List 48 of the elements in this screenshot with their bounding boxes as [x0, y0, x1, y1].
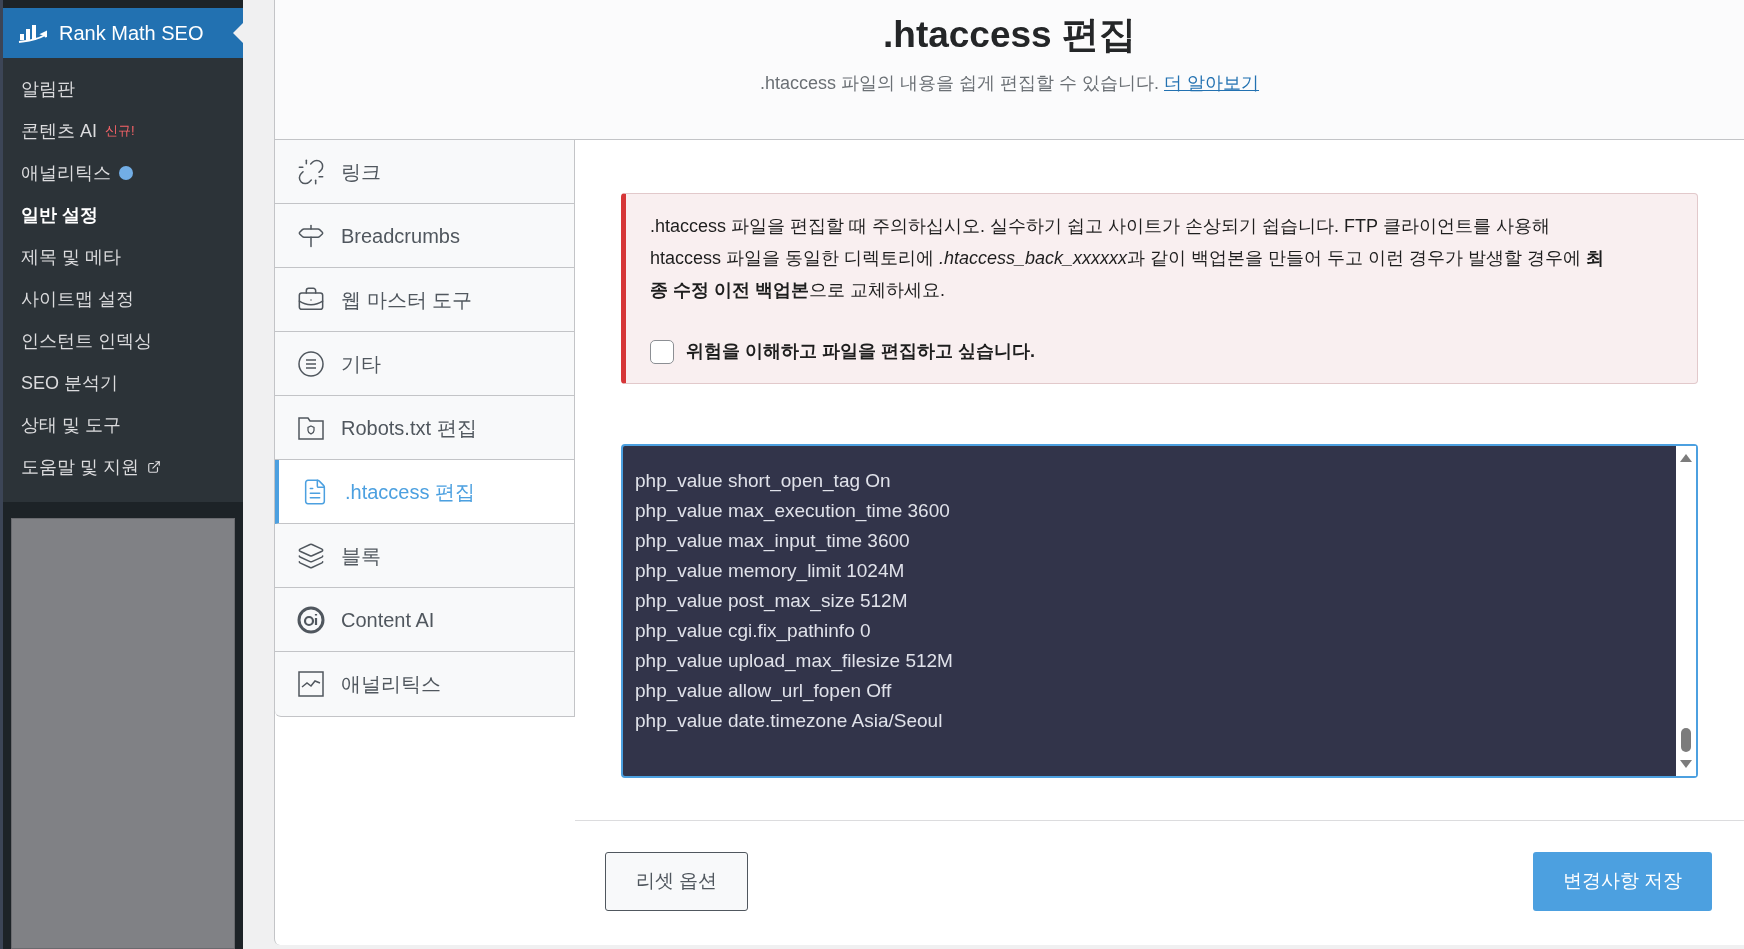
menu-item[interactable]: 애널리틱스	[21, 159, 111, 187]
code-line: php_value upload_max_filesize 512M	[635, 649, 954, 674]
menu-item[interactable]: 제목 및 메타	[21, 243, 121, 271]
list-circle-icon	[297, 349, 325, 378]
scrollbar[interactable]	[1676, 446, 1696, 776]
learn-more-link[interactable]: 더 알아보기	[1164, 73, 1260, 93]
settings-tab[interactable]: 애널리틱스	[275, 652, 574, 716]
settings-tab[interactable]: 블록	[275, 524, 574, 588]
code-line: php_value memory_limit 1024M	[635, 559, 906, 584]
warning-text: .htaccess 파일을 편집할 때 주의하십시오. 실수하기 쉽고 사이트가 손상되기 쉽습니다. FTP 클라이언트를 사용해 htaccess 파일을 동일한 디렉토리에 .htaccess_back_xxxxxx과 같이 백업본을 만들어 두고 이런 경우가 발생할 경우에 최종 수정 이전 백업본으로 교체하세요.	[650, 215, 1606, 302]
code-line: php_value max_execution_time 3600	[635, 499, 951, 524]
bar-chart-logo-icon	[17, 22, 47, 44]
page-title: .htaccess 편집	[883, 13, 1136, 57]
menu-item[interactable]: 콘텐츠 AI	[21, 117, 97, 145]
menu-item[interactable]: 도움말 및 지원	[21, 453, 139, 481]
code-line: php_value allow_url_fopen Off	[635, 679, 893, 704]
menu-item[interactable]: 일반 설정	[21, 201, 98, 229]
code-line: php_value date.timezone Asia/Seoul	[635, 709, 944, 734]
current-menu-pointer-icon	[233, 23, 243, 43]
settings-tab[interactable]: 기타	[275, 332, 574, 396]
scroll-up-icon	[1680, 454, 1692, 462]
reset-button[interactable]: 리셋 옵션	[605, 852, 749, 911]
code-line: php_value cgi.fix_pathinfo 0	[635, 619, 872, 644]
scroll-thumb[interactable]	[1681, 728, 1691, 752]
menu-title: Rank Math SEO	[59, 21, 204, 46]
new-label: 신규!	[105, 122, 135, 141]
checkbox-label: 위험을 이해하고 파일을 편집하고 싶습니다.	[686, 340, 1035, 363]
settings-tab[interactable]: Breadcrumbs	[275, 204, 574, 268]
menu-item[interactable]: 사이트맵 설정	[21, 285, 134, 313]
content-ai-icon	[297, 605, 325, 634]
broken-link-icon	[297, 157, 325, 186]
page-subtitle: .htaccess 파일의 내용을 쉽게 편집할 수 있습니다.	[759, 73, 1159, 93]
code-line: php_value short_open_tag On	[635, 469, 892, 494]
layers-icon	[297, 541, 325, 570]
menu-item[interactable]: 상태 및 도구	[21, 411, 121, 439]
scroll-down-icon	[1680, 760, 1692, 768]
code-editor[interactable]	[621, 444, 1698, 778]
menu-item[interactable]: 인스턴트 인덱싱	[21, 327, 152, 355]
menu-item[interactable]: SEO 분석기	[21, 369, 118, 397]
menu-item[interactable]: 알림판	[21, 75, 75, 103]
code-line: php_value post_max_size 512M	[635, 589, 909, 614]
settings-tab[interactable]: Content AI	[275, 588, 574, 652]
settings-tab[interactable]: 링크	[275, 140, 574, 204]
checkbox[interactable]	[650, 339, 674, 364]
menu-header[interactable]: Rank Math SEO	[3, 8, 243, 58]
settings-tab[interactable]: 웹 마스터 도구	[275, 268, 574, 332]
line-chart-icon	[297, 670, 325, 698]
code-line: php_value max_input_time 3600	[635, 529, 911, 554]
